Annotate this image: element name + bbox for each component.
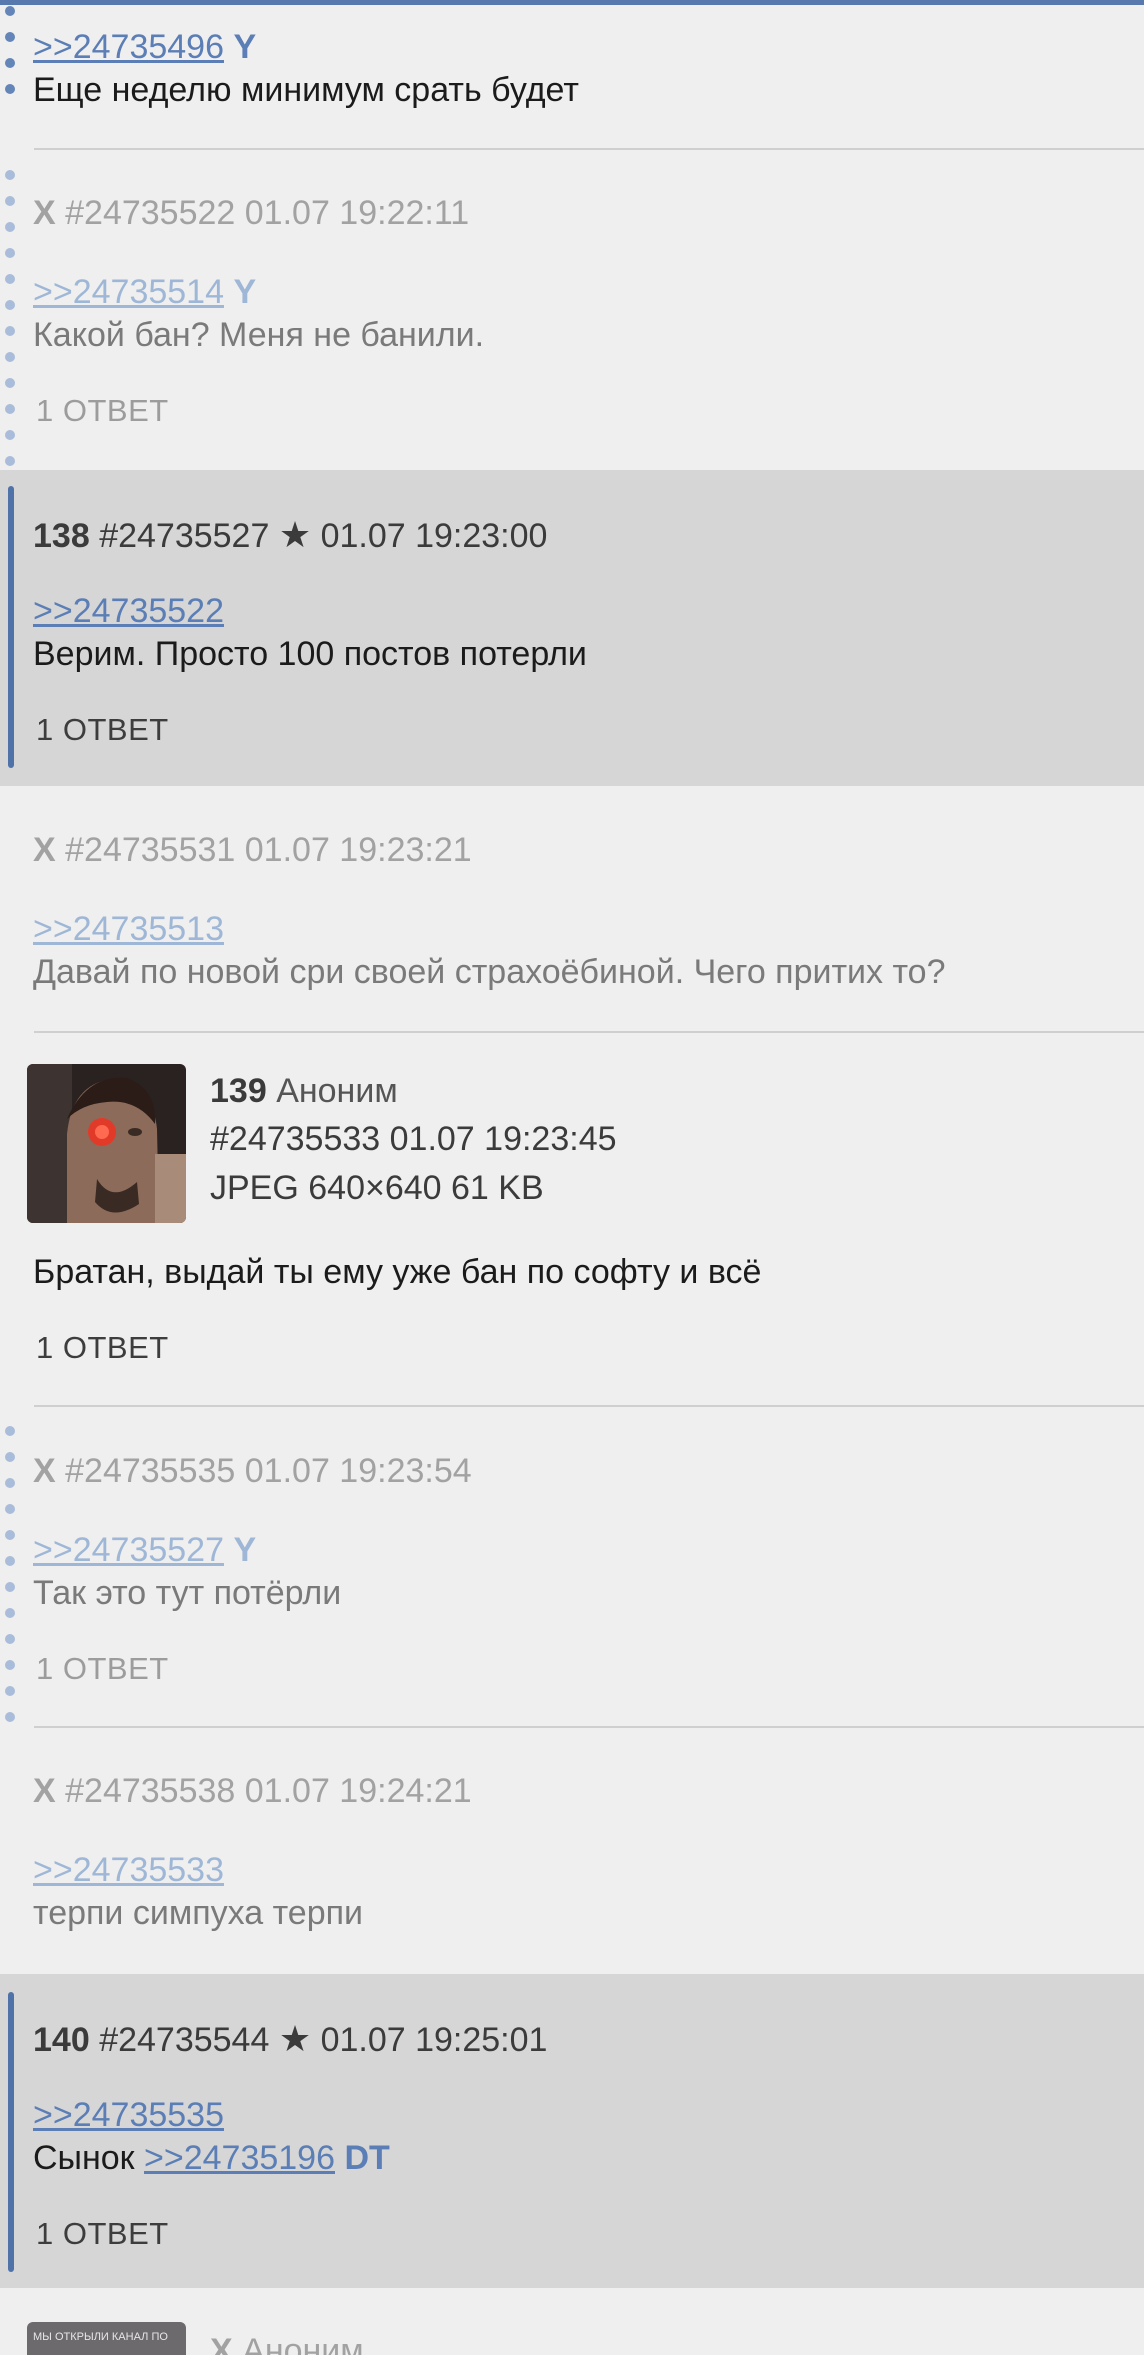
avatar-thumbnail	[27, 1064, 186, 1223]
post-text: Еще неделю минимум срать будет	[33, 71, 579, 109]
post-date: 01.07 19:25:01	[320, 2021, 548, 2059]
post-header: X #24735531 01.07 19:23:21	[33, 831, 472, 870]
replies-button[interactable]: 1 ОТВЕТ	[36, 2216, 169, 2252]
post-text: Братан, выдай ты ему уже бан по софту и …	[33, 1253, 762, 1291]
post-text: Какой бан? Меня не банили.	[33, 316, 485, 354]
post-id-date: #24735531 01.07 19:23:21	[65, 831, 472, 869]
poster-name: X	[210, 2332, 233, 2355]
reply-tag: Y	[233, 28, 257, 66]
post-24735533: 139 Аноним #24735533 01.07 19:23:45 JPEG…	[0, 1034, 1144, 1408]
thread-dots	[5, 6, 17, 110]
post-id-date: #24735538 01.07 19:24:21	[65, 1772, 472, 1810]
post-24735531: X #24735531 01.07 19:23:21 >>24735513 Да…	[0, 786, 1144, 1034]
post-number: 139	[210, 1072, 267, 1110]
inline-reply-tag: DT	[344, 2139, 390, 2177]
replies-button[interactable]: 1 ОТВЕТ	[36, 393, 169, 429]
post-text: Так это тут потёрли	[33, 1574, 342, 1612]
reply-link[interactable]: >>24735496	[33, 28, 224, 66]
author-name: Аноним	[276, 1072, 398, 1110]
post-id: #24735527	[99, 517, 270, 555]
reply-link[interactable]: >>24735533	[33, 1851, 224, 1889]
post-number: 138	[33, 517, 90, 555]
post-header: X #24735535 01.07 19:23:54	[33, 1452, 472, 1491]
post-id: #24735544	[99, 2021, 270, 2059]
post-text: Давай по новой сри своей страхоёбиной. Ч…	[33, 953, 946, 991]
replies-button[interactable]: 1 ОТВЕТ	[36, 712, 169, 748]
post-text-prefix: Сынок	[33, 2139, 135, 2177]
replies-button[interactable]: 1 ОТВЕТ	[36, 1330, 169, 1366]
post-24735538: X #24735538 01.07 19:24:21 >>24735533 те…	[0, 1728, 1144, 1974]
post-24735535: X #24735535 01.07 19:23:54 >>24735527 Y …	[0, 1408, 1144, 1728]
post-header: 139 Аноним	[210, 1072, 398, 1111]
post-image-thumbnail[interactable]: МЫ ОТКРЫЛИ КАНАЛ ПО	[27, 2322, 186, 2355]
thread-dots	[5, 1426, 17, 1738]
post-24735527: 138 #24735527 ★ 01.07 19:23:00 >>2473552…	[0, 470, 1144, 786]
reply-link[interactable]: >>24735527	[33, 1531, 224, 1569]
reply-tag: Y	[233, 273, 257, 311]
post-date: 01.07 19:23:00	[320, 517, 548, 555]
reply-link[interactable]: >>24735514	[33, 273, 224, 311]
post-id-date: #24735522 01.07 19:22:11	[65, 194, 470, 232]
poster-name: X	[33, 194, 56, 232]
file-info[interactable]: JPEG 640×640 61 KB	[210, 1169, 544, 1208]
post-image-thumbnail[interactable]	[27, 1064, 186, 1223]
post-header: X #24735538 01.07 19:24:21	[33, 1772, 472, 1811]
post-number: 140	[33, 2021, 90, 2059]
post-separator	[34, 1405, 1144, 1407]
reply-link[interactable]: >>24735522	[33, 592, 224, 630]
poster-name: X	[33, 1772, 56, 1810]
star-icon: ★	[278, 2018, 312, 2059]
post-separator	[34, 1031, 1144, 1033]
post-header: X Аноним	[210, 2332, 364, 2355]
post-text: Сынок >>24735196 DT	[33, 2139, 390, 2178]
post-id-date: #24735533 01.07 19:23:45	[210, 1120, 617, 1158]
reply-link[interactable]: >>24735513	[33, 910, 224, 948]
poster-name: X	[33, 831, 56, 869]
post-id-date: #24735535 01.07 19:23:54	[65, 1452, 472, 1490]
post-24735496-partial: >>24735496 Y Еще неделю минимум срать бу…	[0, 0, 1144, 150]
own-post-marker	[8, 1992, 14, 2272]
reply-link[interactable]: >>24735535	[33, 2096, 224, 2134]
poster-name: X	[33, 1452, 56, 1490]
thumbnail-caption: МЫ ОТКРЫЛИ КАНАЛ ПО	[33, 2331, 168, 2343]
thread-dots	[5, 170, 17, 482]
post-partial-bottom: МЫ ОТКРЫЛИ КАНАЛ ПО X Аноним	[0, 2288, 1144, 2355]
post-header: 140 #24735544 ★ 01.07 19:25:01	[33, 2018, 547, 2060]
post-24735544: 140 #24735544 ★ 01.07 19:25:01 >>2473553…	[0, 1974, 1144, 2288]
reply-tag: Y	[233, 1531, 257, 1569]
post-header: X #24735522 01.07 19:22:11	[33, 194, 469, 233]
post-header: 138 #24735527 ★ 01.07 19:23:00	[33, 514, 547, 556]
post-text: терпи симпуха терпи	[33, 1894, 364, 1932]
own-post-marker	[8, 486, 14, 768]
post-24735522: X #24735522 01.07 19:22:11 >>24735514 Y …	[0, 150, 1144, 470]
inline-reply-link[interactable]: >>24735196	[144, 2139, 335, 2177]
author-name: Аноним	[242, 2332, 364, 2355]
replies-button[interactable]: 1 ОТВЕТ	[36, 1651, 169, 1687]
post-text: Верим. Просто 100 постов потерли	[33, 635, 587, 673]
star-icon: ★	[278, 514, 312, 555]
